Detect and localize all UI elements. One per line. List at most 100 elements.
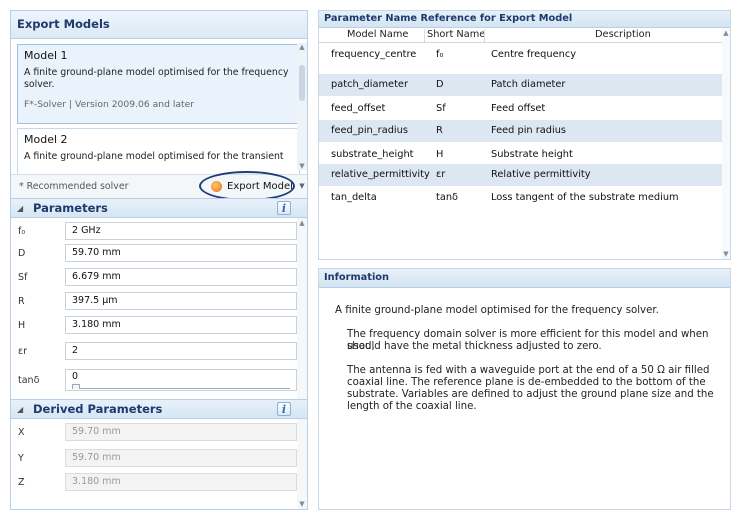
- table-row[interactable]: patch_diameter D Patch diameter: [319, 74, 724, 96]
- scroll-up-icon[interactable]: ▲: [298, 43, 306, 51]
- model-list-scrollbar[interactable]: ▲ ▼: [297, 43, 307, 170]
- param-label: X: [18, 427, 25, 438]
- scroll-down-icon[interactable]: ▼: [298, 162, 306, 170]
- info-icon[interactable]: i: [277, 402, 291, 416]
- cell-description: Feed pin radius: [491, 125, 567, 136]
- param-value-field[interactable]: 59.70 mm: [65, 244, 297, 262]
- information-summary: A finite ground-plane model optimised fo…: [335, 305, 659, 316]
- param-label: Y: [18, 453, 24, 464]
- param-value-field[interactable]: 2 GHz: [65, 222, 297, 240]
- reference-title: Parameter Name Reference for Export Mode…: [319, 11, 730, 28]
- cell-short-name: f₀: [436, 49, 444, 60]
- param-label: εr: [18, 346, 28, 357]
- param-row-h: H 3.180 mm: [11, 314, 297, 336]
- information-title: Information: [319, 269, 730, 288]
- reference-scrollbar[interactable]: ▲ ▼: [722, 28, 730, 259]
- scroll-up-icon[interactable]: ▲: [298, 219, 306, 227]
- cell-short-name: εr: [436, 169, 446, 180]
- cell-model-name: relative_permittivity: [331, 169, 430, 180]
- cell-short-name: Sf: [436, 103, 446, 114]
- table-row[interactable]: frequency_centre f₀ Centre frequency: [319, 44, 724, 66]
- param-value-field[interactable]: 0: [65, 369, 297, 391]
- derived-parameters-header[interactable]: ◢ Derived Parameters i: [11, 399, 307, 419]
- column-header-short-name[interactable]: Short Name: [427, 29, 485, 40]
- column-divider[interactable]: [484, 29, 485, 42]
- param-label: f₀: [18, 226, 26, 237]
- derived-value-field: 59.70 mm: [65, 423, 297, 441]
- param-row-d: D 59.70 mm: [11, 242, 297, 264]
- collapse-icon[interactable]: ◢: [17, 400, 23, 419]
- param-label: D: [18, 248, 26, 259]
- model-solver-version: F*-Solver | Version 2009.06 and later: [24, 99, 195, 110]
- table-row[interactable]: feed_offset Sf Feed offset: [319, 98, 724, 120]
- table-row[interactable]: relative_permittivity εr Relative permit…: [319, 164, 724, 186]
- derived-row-x: X 59.70 mm: [11, 421, 297, 443]
- scrollbar-thumb[interactable]: [299, 65, 305, 101]
- table-row[interactable]: feed_pin_radius R Feed pin radius: [319, 120, 724, 142]
- param-label: Sf: [18, 272, 28, 283]
- table-header: Model Name Short Name Description: [319, 28, 724, 43]
- model-name: Model 2: [24, 133, 68, 146]
- model-card-2[interactable]: Model 2 A finite ground-plane model opti…: [17, 128, 300, 174]
- cell-description: Relative permittivity: [491, 169, 591, 180]
- export-dropdown-icon[interactable]: ▼: [297, 178, 307, 195]
- cell-model-name: feed_pin_radius: [331, 125, 408, 136]
- param-row-er: εr 2: [11, 340, 297, 362]
- param-value-field[interactable]: 6.679 mm: [65, 268, 297, 286]
- param-row-tandelta: tanδ 0: [11, 367, 297, 391]
- column-divider[interactable]: [424, 29, 425, 42]
- information-para2-line4: length of the coaxial line.: [347, 401, 477, 412]
- param-value-field[interactable]: 3.180 mm: [65, 316, 297, 334]
- model-card-1[interactable]: Model 1 A finite ground-plane model opti…: [17, 44, 300, 124]
- param-label: R: [18, 296, 25, 307]
- parameter-reference-panel: Parameter Name Reference for Export Mode…: [318, 10, 731, 260]
- scroll-up-icon[interactable]: ▲: [722, 29, 730, 37]
- slider-track: [72, 388, 290, 389]
- param-row-f0: f₀ 2 GHz: [11, 220, 297, 242]
- cell-description: Loss tangent of the substrate medium: [491, 192, 679, 203]
- model-list: Model 1 A finite ground-plane model opti…: [11, 39, 307, 174]
- parameters-title: Parameters: [33, 201, 108, 215]
- derived-value-field: 59.70 mm: [65, 449, 297, 467]
- param-label: H: [18, 320, 26, 331]
- param-value: 0: [72, 371, 79, 382]
- param-row-sf: Sf 6.679 mm: [11, 266, 297, 288]
- column-header-description[interactable]: Description: [595, 29, 651, 40]
- table-row[interactable]: tan_delta tanδ Loss tangent of the subst…: [319, 187, 724, 209]
- export-models-title: Export Models: [11, 11, 307, 39]
- parameters-scrollbar[interactable]: ▲ ▼: [297, 218, 307, 509]
- param-row-r: R 397.5 µm: [11, 290, 297, 312]
- param-value-field[interactable]: 397.5 µm: [65, 292, 297, 310]
- recommended-solver-note: * Recommended solver: [19, 181, 129, 192]
- information-panel: Information A finite ground-plane model …: [318, 268, 731, 510]
- cell-short-name: tanδ: [436, 192, 459, 203]
- cell-model-name: patch_diameter: [331, 79, 408, 90]
- information-para2-line1: The antenna is fed with a waveguide port…: [347, 365, 710, 376]
- cell-description: Substrate height: [491, 149, 573, 160]
- info-icon[interactable]: i: [277, 201, 291, 215]
- table-row[interactable]: substrate_height H Substrate height: [319, 144, 724, 166]
- derived-row-z: Z 3.180 mm: [11, 471, 297, 493]
- cell-model-name: tan_delta: [331, 192, 377, 203]
- derived-parameters-title: Derived Parameters: [33, 402, 163, 416]
- cell-model-name: frequency_centre: [331, 49, 417, 60]
- cell-model-name: feed_offset: [331, 103, 386, 114]
- model-description: A finite ground-plane model optimised fo…: [24, 67, 289, 90]
- scroll-down-icon[interactable]: ▼: [298, 500, 306, 508]
- parameters-header[interactable]: ◢ Parameters i: [11, 198, 307, 218]
- param-label: Z: [18, 477, 25, 488]
- information-para2-line3: substrate. Variables are defined to adju…: [347, 389, 714, 400]
- information-para2-line2: coaxial line. The reference plane is de-…: [347, 377, 706, 388]
- export-models-panel: Export Models Model 1 A finite ground-pl…: [10, 10, 308, 510]
- cell-description: Centre frequency: [491, 49, 577, 60]
- cell-description: Feed offset: [491, 103, 546, 114]
- export-bar: * Recommended solver Export Model ▼: [11, 171, 307, 201]
- param-label: tanδ: [18, 375, 40, 386]
- slider-handle[interactable]: [72, 384, 80, 389]
- scroll-down-icon[interactable]: ▼: [722, 250, 730, 258]
- cell-short-name: H: [436, 149, 444, 160]
- param-value-field[interactable]: 2: [65, 342, 297, 360]
- collapse-icon[interactable]: ◢: [17, 199, 23, 218]
- cell-short-name: D: [436, 79, 444, 90]
- column-header-model-name[interactable]: Model Name: [347, 29, 408, 40]
